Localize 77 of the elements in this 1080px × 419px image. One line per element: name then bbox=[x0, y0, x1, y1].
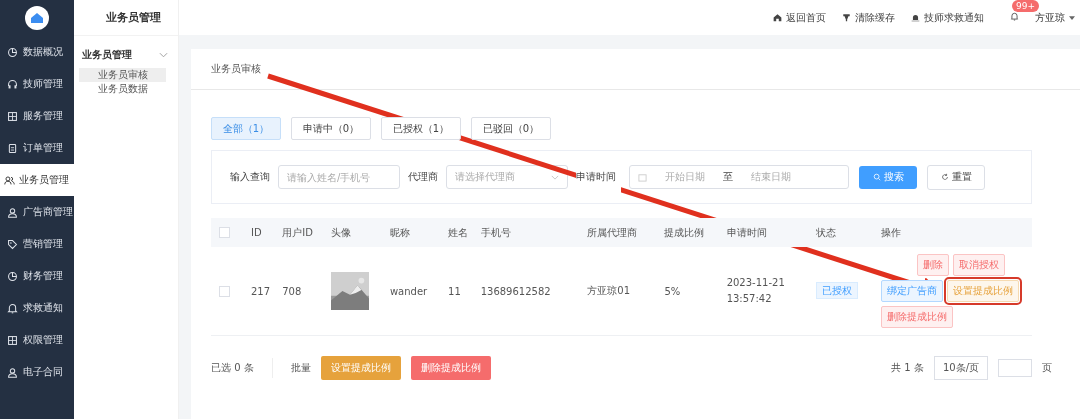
header-link[interactable]: 返回首页 bbox=[773, 10, 826, 25]
user-menu[interactable]: 方亚琼 bbox=[1035, 10, 1075, 25]
table-cell: 11 bbox=[448, 285, 461, 297]
bell-icon[interactable] bbox=[1010, 12, 1019, 21]
column-header: 操作 bbox=[881, 226, 901, 238]
table-cell: 13689612582 bbox=[480, 285, 551, 297]
sidebar-item[interactable]: 业务员管理 bbox=[0, 164, 74, 196]
home-icon bbox=[773, 13, 782, 22]
column-header: 昵称 bbox=[389, 226, 410, 238]
column-header: 姓名 bbox=[448, 226, 469, 238]
reset-button[interactable]: 重置 bbox=[927, 164, 985, 190]
table-cell: 708 bbox=[282, 285, 302, 297]
pie-chart-icon bbox=[7, 46, 18, 58]
table-cell-text: 2023-11-21 13:57:42 bbox=[726, 276, 786, 306]
sidebar-item[interactable]: 技师管理 bbox=[0, 68, 74, 100]
user-icon bbox=[7, 366, 18, 378]
sidebar-item[interactable]: 服务管理 bbox=[0, 100, 74, 132]
field-label: 代理商 bbox=[408, 170, 438, 184]
user-icon bbox=[7, 206, 18, 218]
caret-icon bbox=[1069, 15, 1075, 20]
column-header: 头像 bbox=[330, 226, 351, 238]
page-size-select[interactable]: 10条/页 bbox=[933, 356, 988, 380]
search-field[interactable]: 请输入姓名/手机号 bbox=[278, 165, 400, 189]
table-cell: wander bbox=[389, 285, 428, 297]
grid-icon bbox=[7, 110, 18, 122]
table-cell: 217 bbox=[251, 285, 271, 297]
checkbox[interactable] bbox=[219, 227, 230, 239]
column-header: 提成比例 bbox=[664, 226, 705, 238]
table-cell: 5% bbox=[664, 285, 681, 297]
sidebar-item[interactable]: 财务管理 bbox=[0, 260, 74, 292]
table-cell: 方亚琼01 bbox=[587, 285, 631, 296]
field-label: 输入查询 bbox=[230, 170, 270, 184]
logo-icon bbox=[25, 6, 49, 30]
column-header: 所属代理商 bbox=[587, 226, 638, 238]
submenu-item[interactable]: 业务员审核 bbox=[79, 68, 166, 82]
checkbox[interactable] bbox=[219, 285, 230, 297]
page-suffix: 页 bbox=[1042, 361, 1052, 375]
sidebar-item[interactable]: 营销管理 bbox=[0, 228, 74, 260]
sidebar-item[interactable]: 权限管理 bbox=[0, 324, 74, 356]
sidebar-item[interactable]: 广告商管理 bbox=[0, 196, 74, 228]
sidebar-item[interactable]: 数据概况 bbox=[0, 36, 74, 68]
filter-tab[interactable]: 已授权（1） bbox=[381, 117, 461, 140]
menu-group[interactable]: 业务员管理 bbox=[74, 36, 178, 68]
total-count: 共 1 条 bbox=[891, 361, 924, 375]
sidebar-item[interactable]: 电子合同 bbox=[0, 356, 74, 388]
notification-badge: 99+ bbox=[1012, 0, 1039, 12]
sidebar-item[interactable]: 求救通知 bbox=[0, 292, 74, 324]
column-header: 状态 bbox=[815, 226, 836, 238]
tag-icon bbox=[7, 238, 18, 250]
filter-tab[interactable]: 已驳回（0） bbox=[471, 117, 551, 140]
sidebar-item[interactable]: 订单管理 bbox=[0, 132, 74, 164]
filter-tab[interactable]: 申请中（0） bbox=[291, 117, 371, 140]
header-link[interactable]: 技师求救通知 bbox=[911, 10, 984, 25]
refresh-icon bbox=[940, 173, 949, 181]
section-title: 业务员管理 bbox=[74, 0, 178, 36]
selected-count: 已选 0 条 bbox=[211, 361, 254, 375]
page-jump-field[interactable] bbox=[998, 359, 1032, 377]
users-icon bbox=[4, 174, 15, 186]
column-header: 手机号 bbox=[480, 226, 511, 238]
alarm-light-icon bbox=[911, 13, 920, 22]
document-icon bbox=[7, 142, 18, 154]
column-header: 用户ID bbox=[282, 226, 313, 238]
calendar-icon bbox=[638, 172, 647, 182]
grid-icon bbox=[7, 334, 18, 346]
status-tag: 已授权 bbox=[815, 282, 858, 299]
batch-label: 批量 bbox=[290, 361, 311, 375]
date-range-field[interactable]: 开始日期 至 结束日期 bbox=[629, 165, 849, 189]
chevron-icon bbox=[551, 174, 559, 180]
pie-chart-icon bbox=[7, 270, 18, 282]
bell-icon bbox=[7, 302, 18, 314]
page-title: 业务员审核 bbox=[211, 62, 261, 76]
submenu-item[interactable]: 业务员数据 bbox=[79, 82, 166, 96]
header-link[interactable]: 清除缓存 bbox=[842, 10, 895, 25]
search-icon bbox=[872, 173, 881, 181]
column-header: 申请时间 bbox=[726, 226, 767, 238]
column-header: ID bbox=[251, 227, 262, 238]
headset-icon bbox=[7, 78, 18, 90]
